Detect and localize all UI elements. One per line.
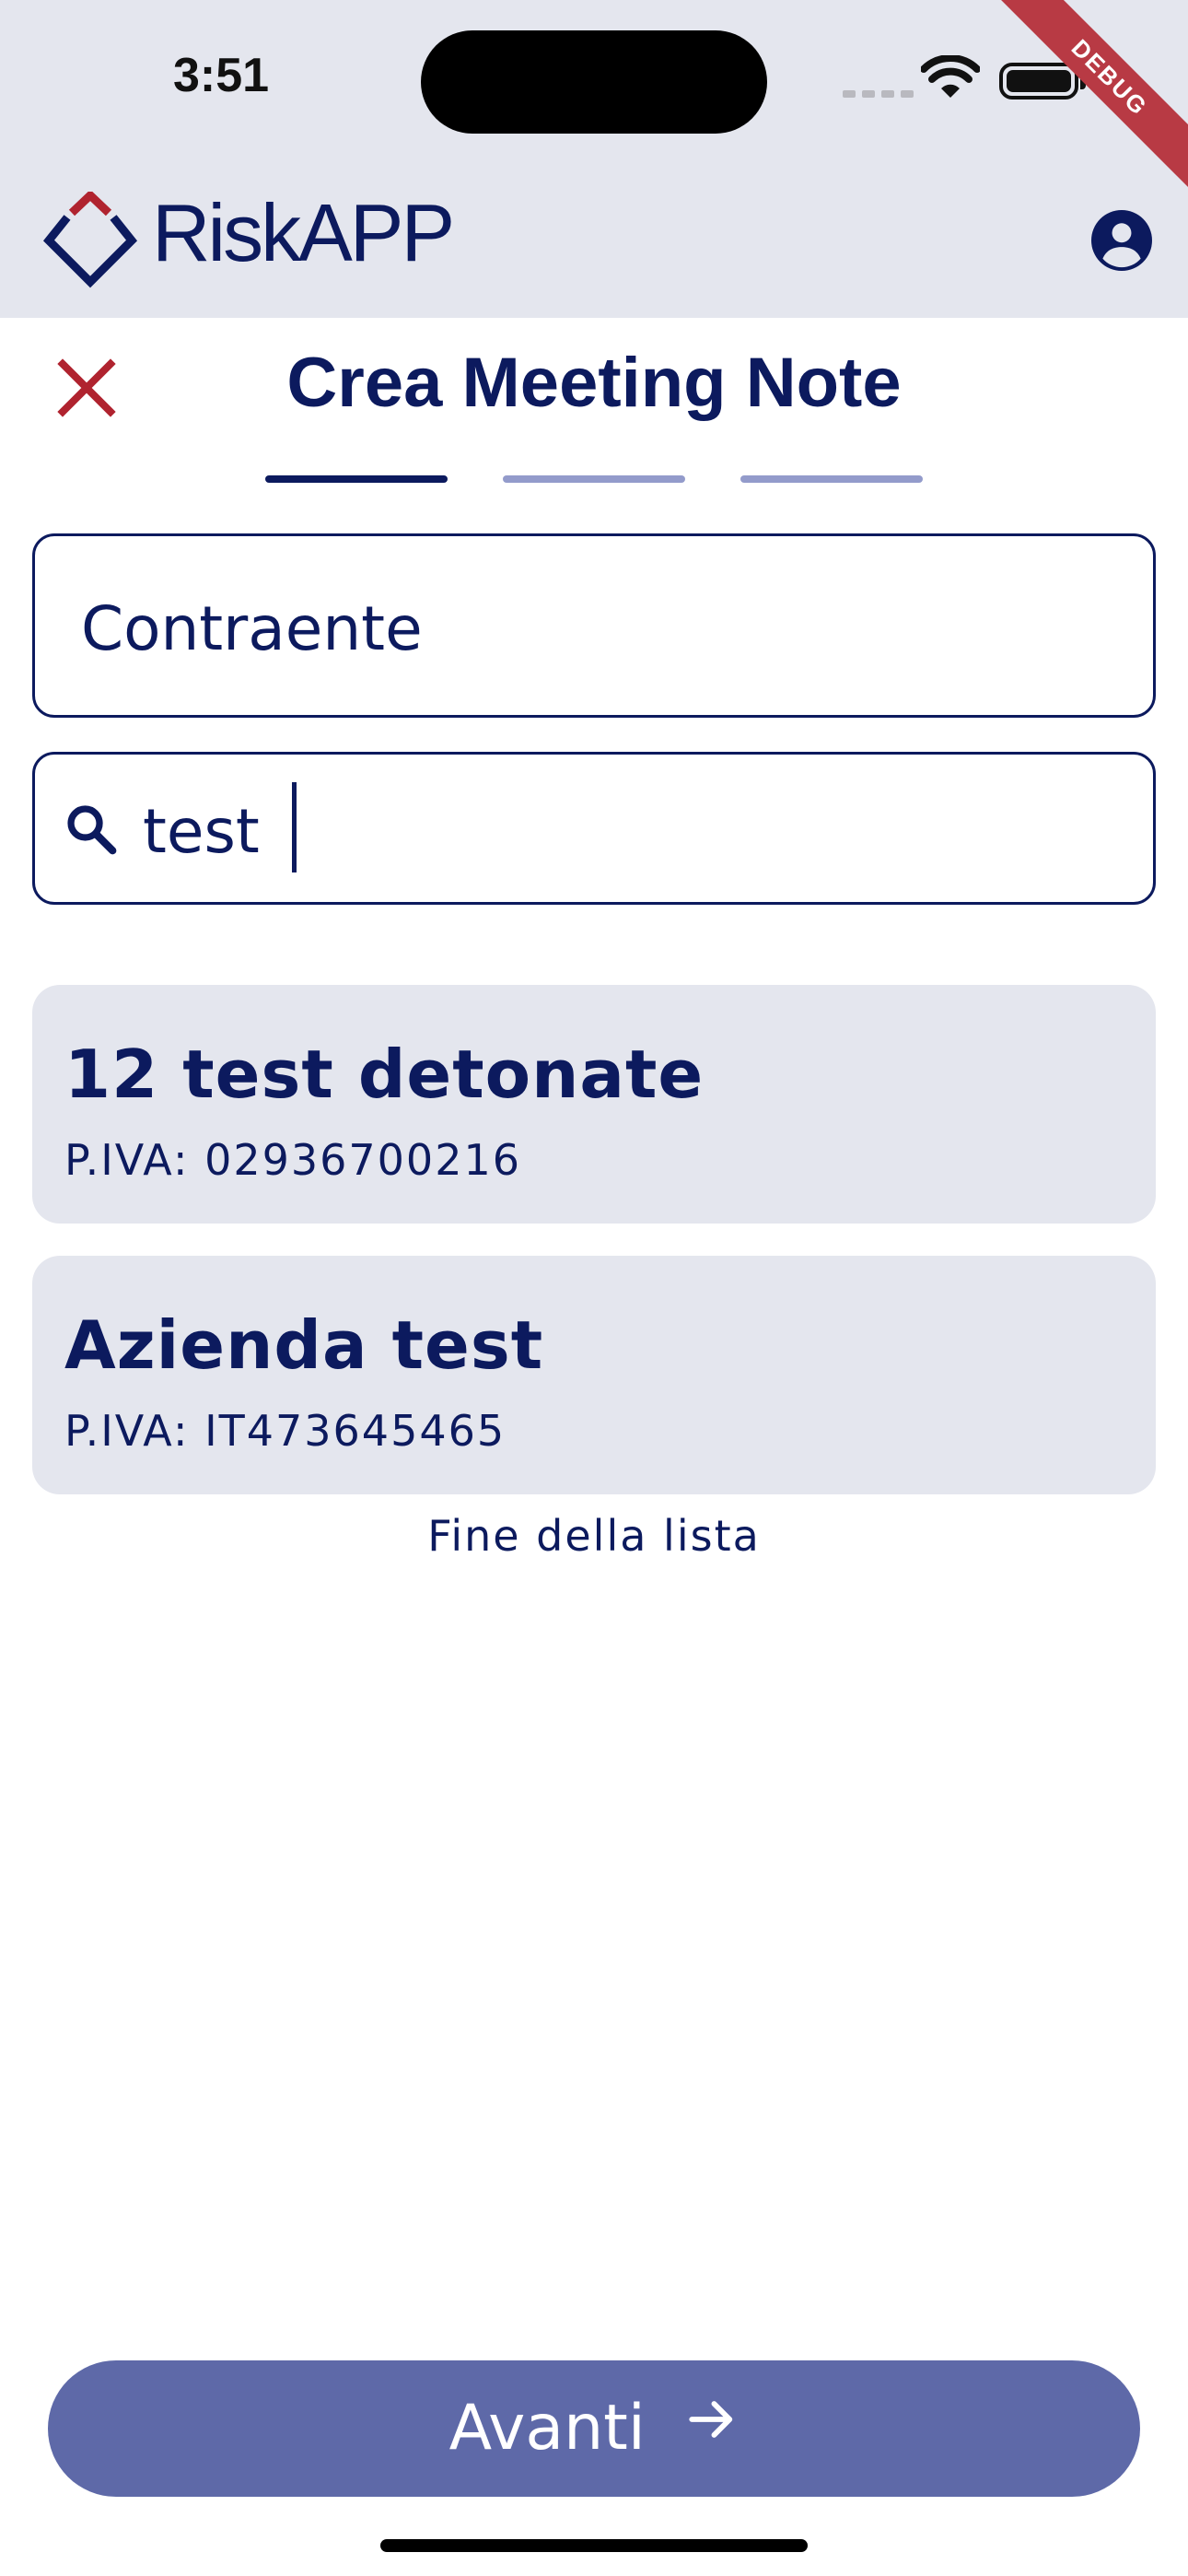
wifi-icon <box>920 54 981 105</box>
battery-icon <box>999 63 1086 100</box>
company-vat: P.IVA: IT473645465 <box>64 1406 507 1456</box>
cellular-signal-icon <box>843 84 920 101</box>
end-of-list-label: Fine della lista <box>427 1511 761 1561</box>
contraente-label: Contraente <box>81 593 423 664</box>
step-indicator-3 <box>740 475 923 483</box>
home-indicator[interactable] <box>380 2539 808 2552</box>
list-item[interactable]: 12 test detonate P.IVA: 02936700216 <box>32 985 1156 1224</box>
company-name: 12 test detonate <box>64 1036 705 1113</box>
text-caret <box>292 782 297 872</box>
search-field[interactable] <box>32 752 1156 905</box>
arrow-right-icon <box>685 2358 739 2494</box>
next-button-label: Avanti <box>448 2392 646 2465</box>
account-circle-icon[interactable] <box>1091 210 1152 275</box>
company-name: Azienda test <box>64 1306 544 1384</box>
next-button[interactable]: Avanti <box>48 2360 1140 2497</box>
list-item[interactable]: Azienda test P.IVA: IT473645465 <box>32 1256 1156 1494</box>
riskapp-logo-icon <box>41 189 139 293</box>
step-indicator-1 <box>265 475 448 483</box>
close-button[interactable] <box>53 355 120 421</box>
search-icon <box>63 801 120 861</box>
close-icon <box>57 358 116 417</box>
status-bar: 3:51 <box>0 0 1188 175</box>
company-vat: P.IVA: 02936700216 <box>64 1135 521 1185</box>
dynamic-island <box>421 30 767 134</box>
page-title: Crea Meeting Note <box>286 344 902 422</box>
app-logo-text: RiskAPP <box>152 187 455 278</box>
step-indicator-2 <box>503 475 685 483</box>
status-time: 3:51 <box>172 49 270 102</box>
search-input[interactable] <box>143 790 1064 872</box>
contraente-field[interactable]: Contraente <box>32 533 1156 718</box>
